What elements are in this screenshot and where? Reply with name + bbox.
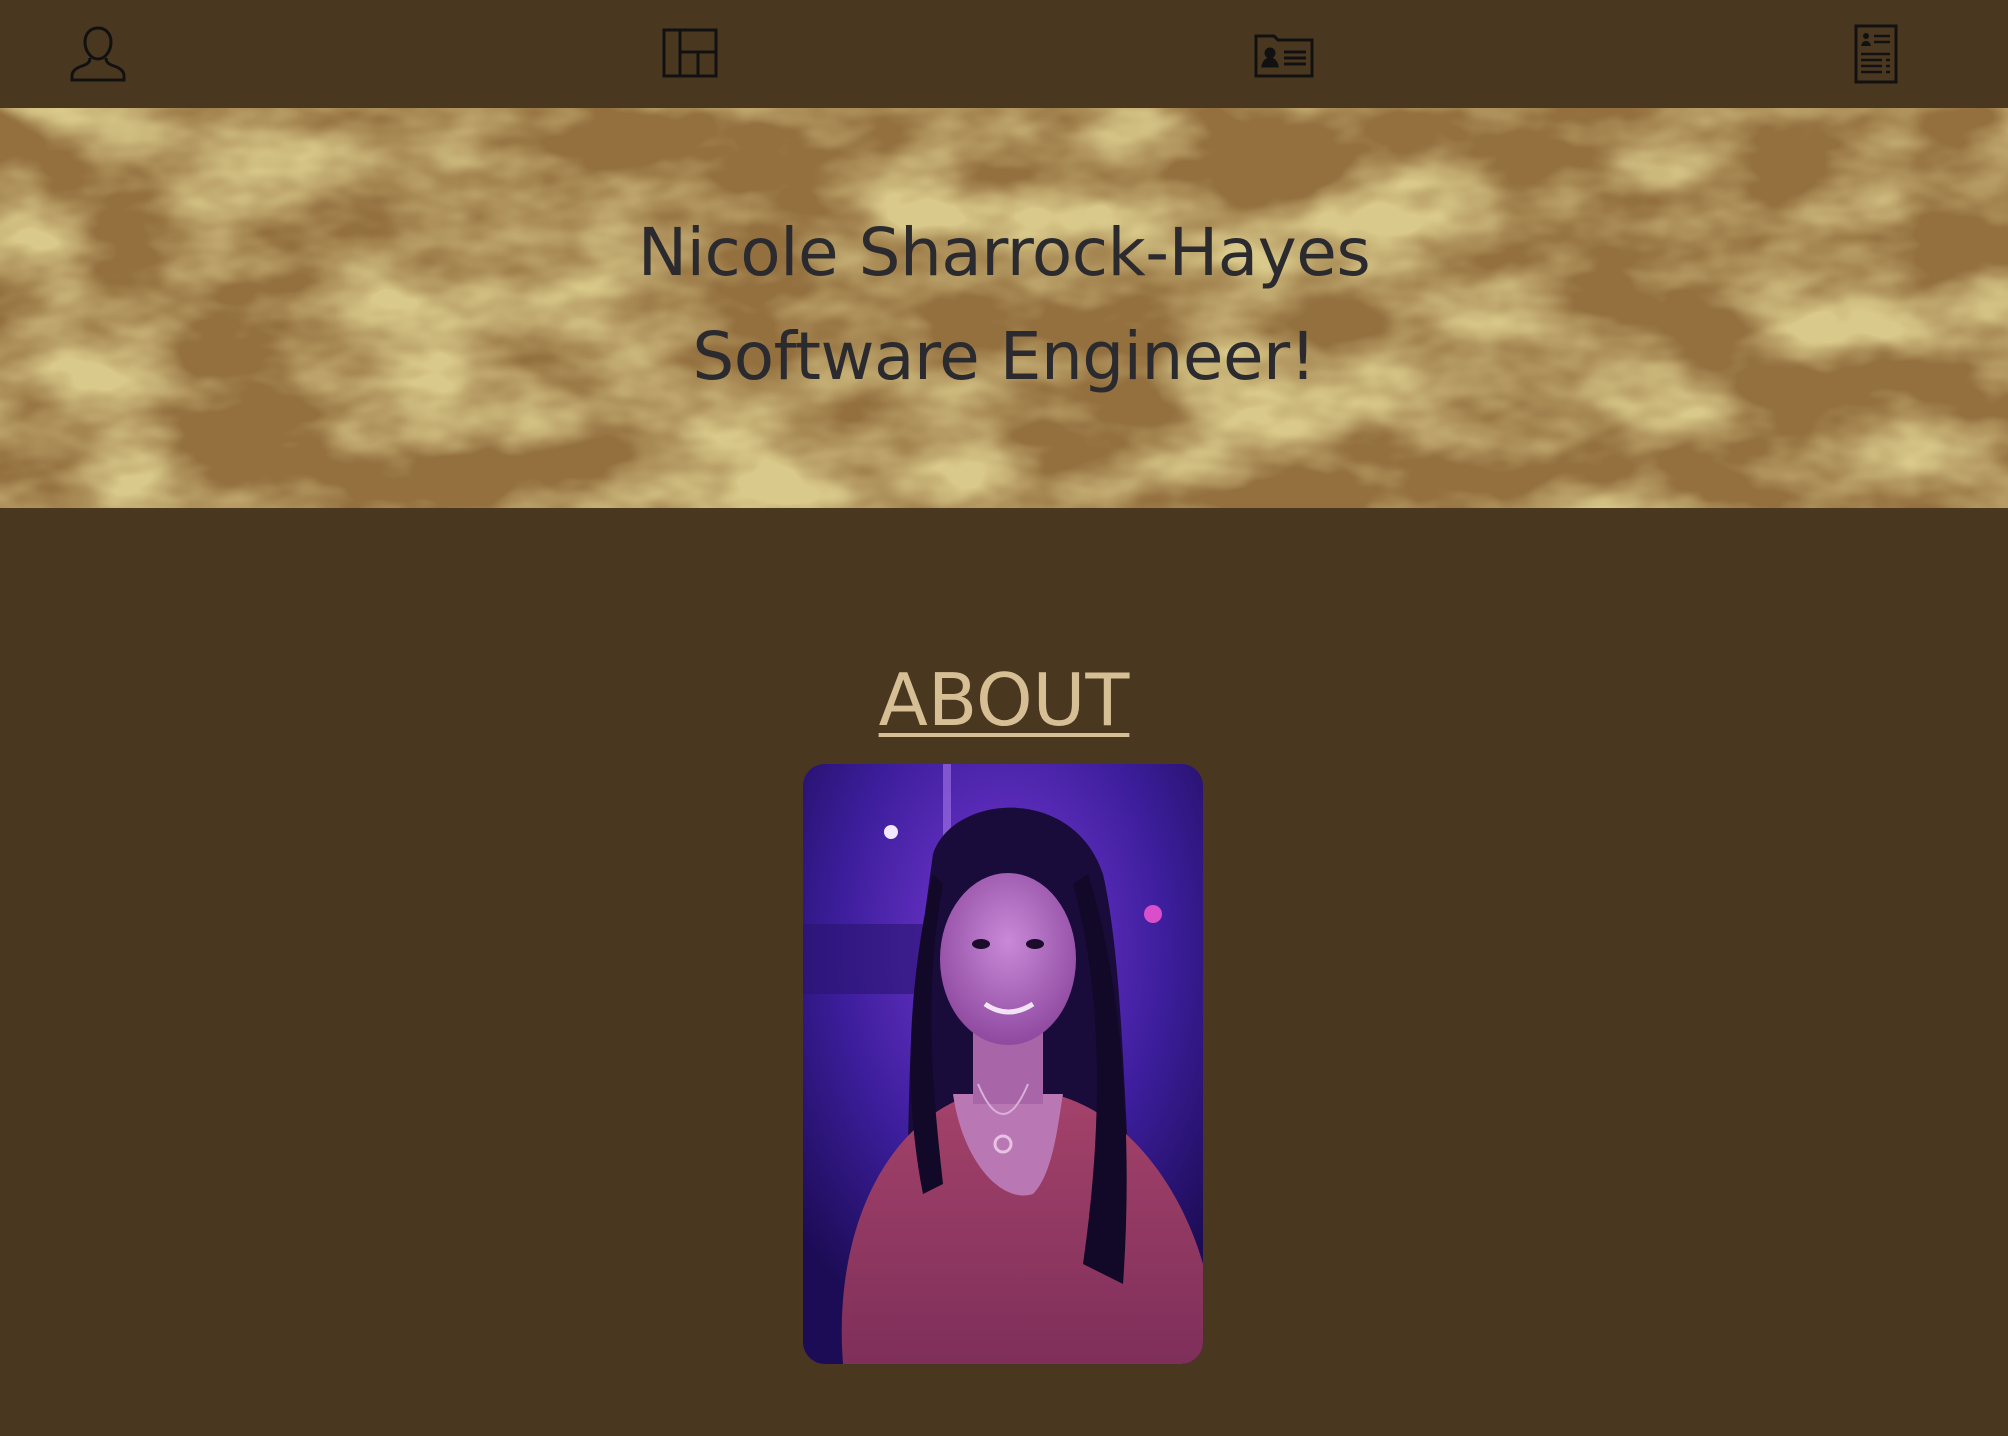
hero-banner: Nicole Sharrock-Hayes Software Engineer! bbox=[0, 108, 2008, 508]
hero-subtitle: Software Engineer! bbox=[692, 318, 1316, 395]
contact-card-icon[interactable] bbox=[1252, 22, 1316, 86]
about-heading-link[interactable]: ABOUT bbox=[0, 664, 2008, 736]
layout-grid-icon[interactable] bbox=[658, 22, 722, 86]
resume-document-icon[interactable] bbox=[1844, 22, 1908, 86]
top-navbar bbox=[0, 0, 2008, 108]
profile-photo bbox=[803, 764, 1203, 1364]
hero-name: Nicole Sharrock-Hayes bbox=[637, 214, 1371, 291]
person-icon[interactable] bbox=[66, 22, 130, 86]
